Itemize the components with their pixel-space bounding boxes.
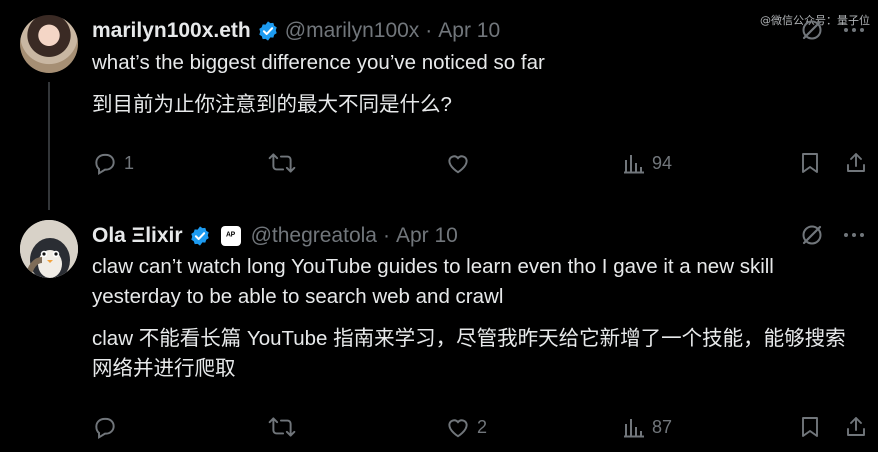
tweet-text: claw can’t watch long YouTube guides to … — [92, 255, 774, 308]
tweet-menu — [800, 223, 866, 247]
separator-dot: · — [382, 224, 390, 247]
like-icon — [448, 155, 468, 174]
share-icon — [847, 153, 865, 172]
retweet-icon — [268, 417, 296, 437]
tweet-translation: claw 不能看长篇 YouTube 指南来学习，尽管我昨天给它新增了一个技能，… — [92, 327, 846, 380]
share-button[interactable] — [844, 150, 868, 176]
tweet-header: marilyn100x.eth @marilyn100x · Apr 10 — [92, 17, 500, 45]
retweet-button[interactable] — [268, 414, 302, 440]
bookmark-button[interactable] — [798, 414, 822, 440]
verified-badge-icon — [190, 226, 209, 246]
bookmark-button[interactable] — [798, 150, 822, 176]
reply-icon — [95, 153, 115, 176]
more-icon[interactable] — [842, 18, 866, 42]
views-button[interactable]: 87 — [622, 414, 672, 440]
display-name[interactable]: Ola Ξlixir — [92, 224, 183, 248]
reply-button[interactable] — [92, 414, 124, 440]
view-count: 94 — [652, 152, 673, 173]
reply-button[interactable]: 1 — [92, 150, 134, 176]
tweet-translation: 到目前为止你注意到的最大不同是什么? — [92, 93, 452, 116]
retweet-icon — [268, 153, 296, 173]
views-button[interactable]: 94 — [622, 150, 672, 176]
tweet-1: marilyn100x.eth @marilyn100x · Apr 10 wh… — [0, 0, 878, 210]
separator-dot: · — [425, 19, 433, 42]
like-icon — [448, 419, 468, 438]
affiliate-badge-icon[interactable]: ᴬᴾ — [220, 226, 241, 246]
tweet-header: Ola Ξlixir ᴬᴾ @thegreatola · Apr 10 — [92, 222, 458, 250]
action-bar: 2 87 — [92, 414, 868, 444]
share-button[interactable] — [844, 414, 868, 440]
like-button[interactable] — [445, 150, 477, 176]
share-icon — [847, 417, 865, 436]
timestamp[interactable]: Apr 10 — [396, 224, 458, 248]
retweet-button[interactable] — [268, 150, 302, 176]
avatar[interactable] — [20, 220, 78, 278]
action-bar: 1 94 — [92, 150, 868, 180]
penguin-avatar-icon — [20, 220, 78, 278]
verified-badge-icon — [259, 21, 277, 41]
views-icon — [624, 419, 644, 438]
like-count: 2 — [477, 416, 488, 437]
more-icon[interactable] — [842, 223, 866, 247]
tweet-2: Ola Ξlixir ᴬᴾ @thegreatola · Apr 10 claw… — [0, 205, 878, 452]
grok-icon[interactable] — [800, 18, 824, 42]
tweet-text: what’s the biggest difference you’ve not… — [92, 51, 545, 74]
handle[interactable]: @thegreatola — [251, 224, 377, 248]
handle[interactable]: @marilyn100x — [285, 19, 420, 43]
thread-line — [48, 82, 50, 210]
tweet-menu — [800, 18, 866, 42]
grok-icon[interactable] — [800, 223, 824, 247]
reply-icon — [95, 417, 115, 440]
reply-count: 1 — [124, 152, 135, 173]
timestamp[interactable]: Apr 10 — [438, 19, 500, 43]
avatar[interactable] — [20, 15, 78, 73]
bookmark-icon — [802, 417, 818, 437]
display-name[interactable]: marilyn100x.eth — [92, 19, 251, 43]
view-count: 87 — [652, 416, 673, 437]
like-button[interactable]: 2 — [445, 414, 487, 440]
views-icon — [624, 155, 644, 174]
bookmark-icon — [802, 153, 818, 173]
